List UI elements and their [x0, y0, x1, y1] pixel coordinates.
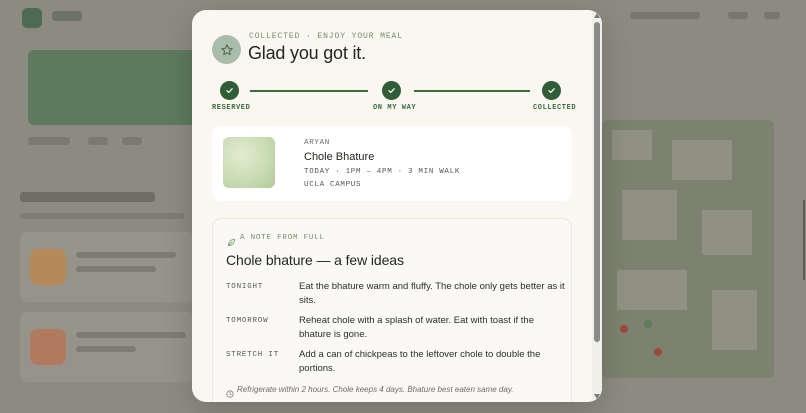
scroll-thumb[interactable] [594, 22, 600, 342]
scroll-up-arrow-icon[interactable] [594, 13, 600, 18]
pickup-details: TODAY · 1PM – 4PM · 3 MIN WALK [304, 168, 461, 176]
listing-card [20, 232, 195, 302]
tip-text-tomorrow: Reheat chole with a splash of water. Eat… [299, 315, 534, 340]
step-collected-check-icon [542, 81, 561, 100]
section-heading [20, 192, 155, 202]
step-label-on-my-way: ON MY WAY [373, 104, 417, 112]
vendor-name: ARYAN [304, 139, 331, 147]
collection-modal: COLLECTED · ENJOY YOUR MEAL Glad you got… [192, 10, 602, 402]
modal-title: Glad you got it. [248, 43, 366, 63]
filter-chip [28, 137, 70, 145]
page-scrollbar [803, 200, 805, 280]
app-logo [22, 8, 42, 28]
note-title: Chole bhature — a few ideas [226, 252, 404, 268]
note-card: A NOTE FROM FULL Chole bhature — a few i… [212, 218, 572, 402]
nav-item [728, 12, 748, 19]
clock-icon [226, 385, 234, 402]
scroll-down-arrow-icon[interactable] [594, 394, 600, 399]
order-card: ARYAN Chole Bhature TODAY · 1PM – 4PM · … [212, 126, 572, 201]
step-on-my-way-check-icon [382, 81, 401, 100]
hero-banner [28, 50, 198, 125]
progress-connector [250, 90, 368, 92]
step-label-reserved: RESERVED [212, 104, 251, 112]
filter-chip [122, 137, 142, 145]
nav-item [630, 12, 700, 19]
tip-text-tonight: Eat the bhature warm and fluffy. The cho… [299, 281, 565, 306]
tip-text-stretch-it: Add a can of chickpeas to the leftover c… [299, 349, 541, 374]
app-logo-text [52, 11, 82, 21]
map-panel [602, 120, 774, 378]
note-eyebrow: A NOTE FROM FULL [240, 234, 325, 242]
modal-scrollbar[interactable] [592, 10, 602, 402]
tip-label-tonight: TONIGHT [226, 283, 264, 291]
status-eyebrow: COLLECTED · ENJOY YOUR MEAL [249, 32, 403, 41]
star-icon [212, 35, 241, 64]
filter-chip [88, 137, 108, 145]
step-reserved-check-icon [220, 81, 239, 100]
leaf-icon [227, 234, 236, 252]
section-subheading [20, 213, 185, 219]
pickup-location: UCLA CAMPUS [304, 181, 362, 189]
listing-card [20, 312, 195, 382]
step-label-collected: COLLECTED [533, 104, 577, 112]
storage-note: Refrigerate within 2 hours. Chole keeps … [237, 385, 514, 394]
nav-item [764, 12, 780, 19]
tip-label-tomorrow: TOMORROW [226, 317, 269, 325]
tip-label-stretch-it: STRETCH IT [226, 351, 280, 359]
progress-connector [414, 90, 530, 92]
dish-name: Chole Bhature [304, 151, 375, 163]
dish-image [223, 137, 275, 188]
